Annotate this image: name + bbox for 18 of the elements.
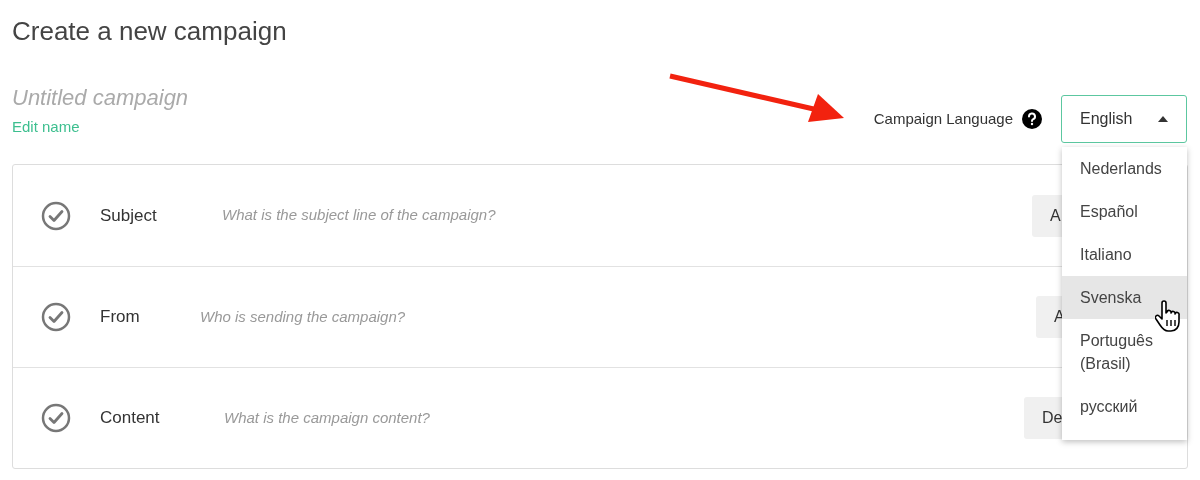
language-select[interactable]: English	[1061, 95, 1187, 143]
hand-cursor-icon	[1155, 300, 1181, 332]
page-title: Create a new campaign	[12, 15, 288, 48]
language-option[interactable]: Português (Brasil)	[1062, 319, 1187, 385]
help-icon[interactable]	[1022, 109, 1042, 129]
language-option[interactable]: Nederlands	[1062, 147, 1187, 190]
step-hint: What is the subject line of the campaign?	[222, 205, 496, 226]
language-option[interactable]: Español	[1062, 190, 1187, 233]
step-hint: Who is sending the campaign?	[200, 306, 406, 327]
language-option[interactable]: Svenska	[1062, 276, 1187, 319]
caret-icon	[1158, 116, 1168, 122]
step-label: From	[100, 306, 141, 329]
campaign-language-label: Campaign Language	[873, 108, 1013, 129]
step-label: Subject	[100, 204, 158, 227]
language-option[interactable]: Italiano	[1062, 233, 1187, 276]
step-hint: What is the campaign content?	[224, 407, 430, 428]
step-label: Content	[100, 407, 161, 430]
language-option[interactable]: русский	[1062, 385, 1187, 428]
